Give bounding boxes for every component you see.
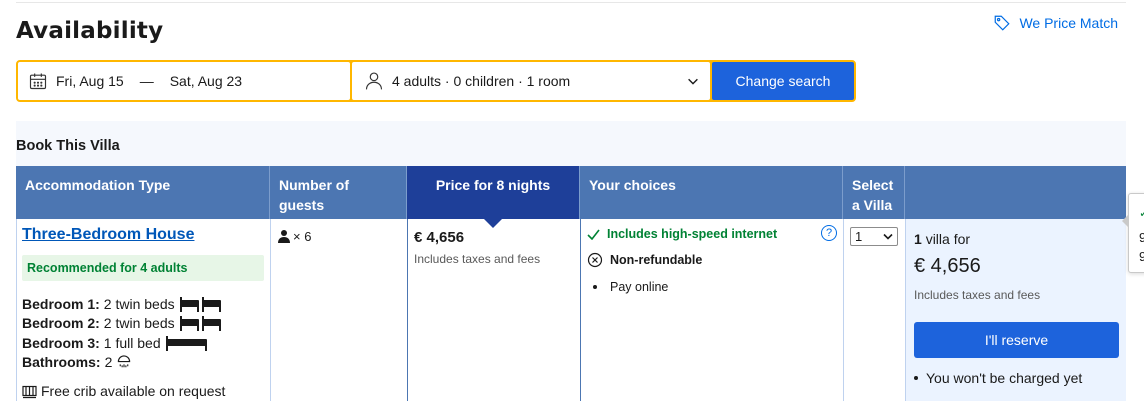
table-row: Three-Bedroom House Recommended for 4 ad… <box>16 219 1126 401</box>
guests-field[interactable]: 4 adults · 0 children · 1 room <box>352 62 710 100</box>
header-accommodation: Accommodation Type <box>16 166 270 219</box>
no-charge-bullet: You won't be charged yet <box>914 370 1082 386</box>
crib-text: Free crib available on request <box>41 383 226 399</box>
guest-capacity: × 6 <box>278 229 311 244</box>
person-filled-icon <box>278 230 290 243</box>
bedroom-label: Bedroom 1: <box>22 296 100 312</box>
tooltip-line-1: 9 <box>1139 230 1144 245</box>
header-select: Select a Villa <box>843 166 905 219</box>
header-price: Price for 8 nights <box>407 166 580 228</box>
header-choices: Your choices <box>580 166 843 219</box>
twin-beds-icon <box>179 296 221 312</box>
recommendation-badge: Recommended for 4 adults <box>22 255 264 281</box>
search-bar: Fri, Aug 15 — Sat, Aug 23 4 adults · 0 c… <box>16 60 856 102</box>
top-divider <box>16 2 1126 3</box>
bedroom-label: Bedroom 2: <box>22 315 100 331</box>
bullet-dot <box>593 285 597 289</box>
date-range-field[interactable]: Fri, Aug 15 — Sat, Aug 23 <box>18 62 350 100</box>
header-guests: Number of guests <box>270 166 407 219</box>
bathrooms-value: 2 <box>104 354 113 370</box>
payment-choice: Pay online <box>593 280 668 294</box>
crib-line: Free crib available on request <box>22 383 225 399</box>
bathrooms-line: Bathrooms: 2 <box>22 354 132 370</box>
price-match-label: We Price Match <box>1019 15 1118 31</box>
book-panel <box>16 121 1126 167</box>
question-icon[interactable]: ? <box>821 225 837 241</box>
bedroom-value: 2 twin beds <box>103 315 175 331</box>
accommodation-cell: Three-Bedroom House Recommended for 4 ad… <box>16 219 270 401</box>
refund-choice: Non-refundable <box>587 252 702 268</box>
side-tooltip: ✓ 9 9 <box>1122 193 1144 273</box>
payment-text: Pay online <box>610 280 669 294</box>
change-search-button[interactable]: Change search <box>712 62 854 100</box>
price-note: Includes taxes and fees <box>414 252 541 266</box>
bedroom-line: Bedroom 3: 1 full bed <box>22 335 209 351</box>
refund-text: Non-refundable <box>610 253 703 267</box>
bedroom-line: Bedroom 2: 2 twin beds <box>22 315 223 331</box>
section-title: Book This Villa <box>16 138 120 154</box>
summary-note: Includes taxes and fees <box>914 288 1041 302</box>
checkin-date: Fri, Aug 15 <box>56 73 124 89</box>
crib-icon <box>22 385 37 398</box>
room-name-link[interactable]: Three-Bedroom House <box>22 226 194 244</box>
non-refundable-icon <box>587 252 603 268</box>
guest-count: × 6 <box>293 229 312 244</box>
guests-cell: × 6 <box>270 219 407 401</box>
checkout-date: Sat, Aug 23 <box>169 73 243 89</box>
checkmark-icon <box>587 229 600 240</box>
table-header: Accommodation Type Number of guests Pric… <box>16 166 1126 228</box>
full-bed-icon <box>165 335 207 351</box>
calendar-icon <box>29 73 47 90</box>
chevron-down-icon <box>883 233 893 240</box>
internet-text: Includes high-speed internet <box>607 227 778 241</box>
bedroom-line: Bedroom 1: 2 twin beds <box>22 296 223 312</box>
summary-unit: villa for <box>925 231 971 247</box>
summary-cell: 1 villa for € 4,656 Includes taxes and f… <box>905 219 1126 401</box>
no-charge-text: You won't be charged yet <box>926 370 1083 386</box>
select-cell: 1 <box>843 219 905 401</box>
twin-beds-icon <box>179 315 221 331</box>
bedroom-label: Bedroom 3: <box>22 335 100 351</box>
bedroom-value: 2 twin beds <box>103 296 175 312</box>
price-match-link[interactable]: We Price Match <box>993 14 1118 32</box>
select-value: 1 <box>855 229 863 244</box>
bedroom-value: 1 full bed <box>103 335 161 351</box>
date-separator: — <box>139 73 154 89</box>
room-price: € 4,656 <box>414 229 465 246</box>
chevron-down-icon <box>688 78 698 85</box>
reserve-button[interactable]: I'll reserve <box>914 322 1119 358</box>
shower-icon <box>118 354 131 367</box>
guests-summary: 4 adults · 0 children · 1 room <box>392 73 571 89</box>
summary-price: € 4,656 <box>914 255 981 277</box>
villa-quantity-select[interactable]: 1 <box>850 227 898 246</box>
page-title: Availability <box>16 18 164 44</box>
bathrooms-label: Bathrooms: <box>22 354 101 370</box>
choices-cell: Includes high-speed internet ? Non-refun… <box>580 219 843 401</box>
tooltip-line-2: 9 <box>1139 249 1144 264</box>
summary-count-line: 1 villa for <box>914 231 970 247</box>
person-icon <box>365 72 383 90</box>
price-cell: € 4,656 Includes taxes and fees <box>407 219 580 401</box>
checkmark-icon: ✓ <box>1139 206 1144 220</box>
summary-count: 1 <box>914 231 922 247</box>
internet-choice: Includes high-speed internet <box>587 227 777 241</box>
tag-icon <box>995 15 1011 31</box>
header-summary <box>905 166 1126 219</box>
